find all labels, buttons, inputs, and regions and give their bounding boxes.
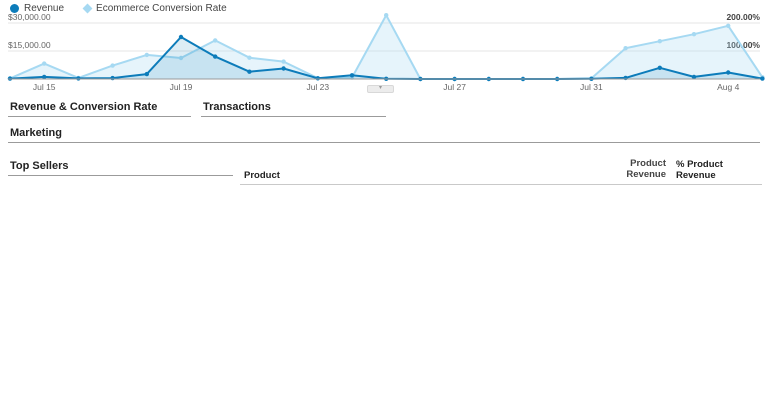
column-header-pct-product-revenue[interactable]: % Product Revenue	[676, 159, 762, 181]
product-table: Product Product Revenue % Product Revenu…	[240, 157, 768, 185]
svg-text:Jul 27: Jul 27	[443, 82, 466, 92]
revenue-conversion-line-chart: $30,000.00$15,000.00200.00%100.00%Jul 15…	[7, 13, 765, 92]
svg-text:Jul 15: Jul 15	[33, 82, 56, 92]
table-header: Product Product Revenue % Product Revenu…	[240, 157, 762, 185]
section-title: Revenue & Conversion Rate	[8, 98, 191, 117]
panel-transactions: Transactions	[201, 98, 386, 117]
conversion-series-diamond-icon	[82, 3, 93, 14]
revenue-series-dot-icon	[10, 4, 19, 13]
panel-revenue-conversion: Revenue & Conversion Rate	[8, 98, 191, 117]
legend-revenue: Revenue	[10, 3, 64, 14]
timeline-chart-card: Revenue Ecommerce Conversion Rate $30,00…	[0, 0, 768, 96]
top-sellers-title: Top Sellers	[8, 157, 233, 176]
legend-conversion-label: Ecommerce Conversion Rate	[96, 3, 227, 14]
svg-text:Aug 4: Aug 4	[717, 82, 739, 92]
legend-conversion-rate: Ecommerce Conversion Rate	[82, 3, 227, 14]
column-header-product[interactable]: Product	[244, 170, 588, 181]
top-sellers-section: Top Sellers Product Product Revenue % Pr…	[0, 157, 768, 185]
timeline-collapse-handle[interactable]: ▾	[367, 85, 394, 93]
marketing-section: Marketing	[0, 124, 768, 148]
chart-legend: Revenue Ecommerce Conversion Rate	[10, 3, 227, 14]
section-title: Transactions	[201, 98, 386, 117]
column-header-product-revenue[interactable]: Product Revenue	[588, 158, 666, 181]
top-sellers-nav: Top Sellers	[8, 157, 233, 185]
svg-text:200.00%: 200.00%	[726, 13, 760, 22]
svg-text:$15,000.00: $15,000.00	[8, 40, 51, 50]
summary-scorecards: Revenue & Conversion Rate Transactions	[0, 98, 768, 117]
svg-text:Jul 19: Jul 19	[170, 82, 193, 92]
svg-text:Jul 31: Jul 31	[580, 82, 603, 92]
svg-text:$30,000.00: $30,000.00	[8, 13, 51, 22]
marketing-title: Marketing	[8, 124, 760, 143]
legend-revenue-label: Revenue	[24, 3, 65, 14]
svg-text:Jul 23: Jul 23	[306, 82, 329, 92]
